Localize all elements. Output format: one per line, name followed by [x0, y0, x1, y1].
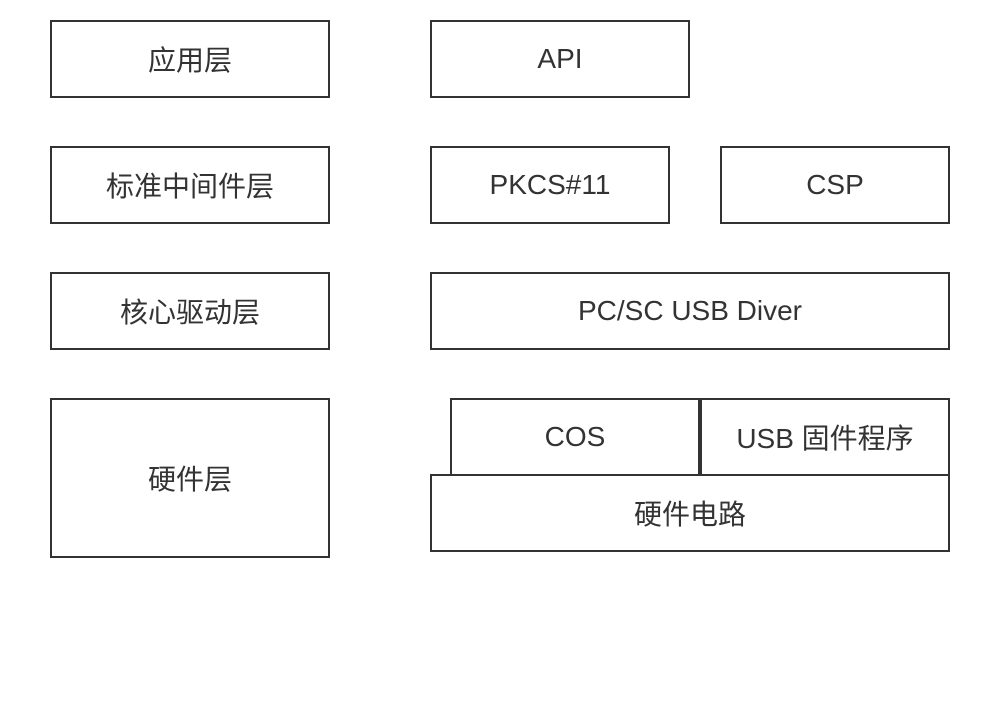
hardware-top-row: COS USB 固件程序 — [430, 398, 950, 476]
box-text: API — [537, 43, 582, 75]
box-pcsc-usb-driver: PC/SC USB Diver — [430, 272, 950, 350]
label-text: 硬件层 — [148, 458, 232, 498]
label-hardware-layer: 硬件层 — [50, 398, 330, 558]
box-api: API — [430, 20, 690, 98]
box-text: PC/SC USB Diver — [578, 295, 802, 327]
box-text: PKCS#11 — [490, 169, 611, 201]
box-text: CSP — [806, 169, 864, 201]
box-hardware-circuit: 硬件电路 — [430, 474, 950, 552]
box-text: USB 固件程序 — [736, 417, 913, 457]
box-pkcs11: PKCS#11 — [430, 146, 670, 224]
box-csp: CSP — [720, 146, 950, 224]
row-middleware-layer: 标准中间件层 PKCS#11 CSP — [50, 146, 950, 224]
box-cos: COS — [450, 398, 700, 476]
architecture-diagram: 应用层 API 标准中间件层 PKCS#11 CSP 核心驱动层 PC/SC U… — [50, 20, 950, 558]
hardware-layer-content: COS USB 固件程序 硬件电路 — [430, 398, 950, 558]
row-application-layer: 应用层 API — [50, 20, 950, 98]
label-text: 核心驱动层 — [120, 291, 260, 331]
box-text: 硬件电路 — [634, 493, 746, 533]
label-text: 应用层 — [148, 39, 232, 79]
box-usb-firmware: USB 固件程序 — [700, 398, 950, 476]
label-middleware-layer: 标准中间件层 — [50, 146, 330, 224]
box-text: COS — [545, 421, 606, 453]
label-driver-layer: 核心驱动层 — [50, 272, 330, 350]
row-driver-layer: 核心驱动层 PC/SC USB Diver — [50, 272, 950, 350]
label-text: 标准中间件层 — [106, 165, 274, 205]
label-application-layer: 应用层 — [50, 20, 330, 98]
row-hardware-layer: 硬件层 COS USB 固件程序 硬件电路 — [50, 398, 950, 558]
